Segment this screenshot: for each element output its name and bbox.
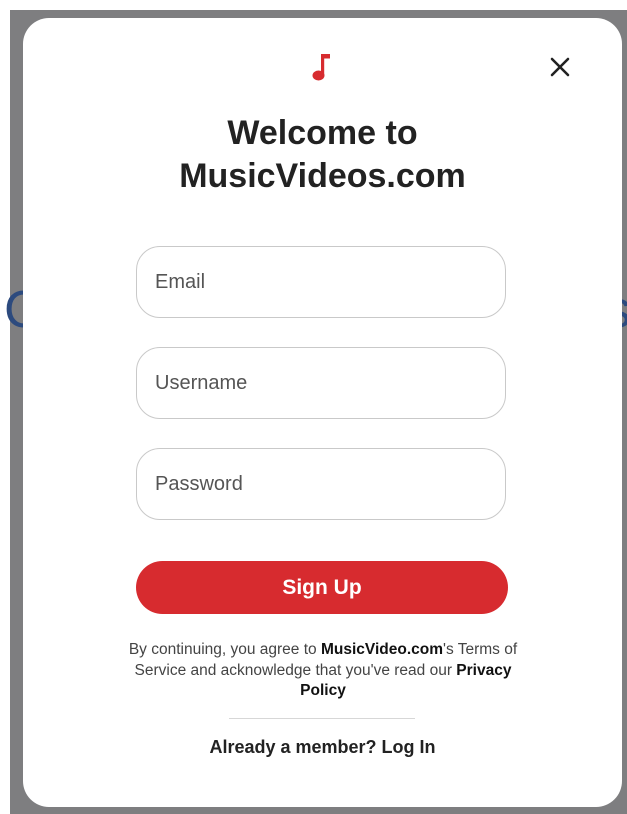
legal-notice: By continuing, you agree to MusicVideo.c… — [123, 640, 523, 702]
legal-brand: MusicVideo.com — [320, 641, 443, 658]
divider — [229, 718, 415, 719]
title-line-1: Welcome to — [227, 114, 418, 152]
close-icon[interactable] — [545, 52, 575, 82]
page-title: Welcome to MusicVideos.com — [23, 112, 622, 198]
legal-prefix: By continuing, you agree to — [128, 641, 321, 658]
password-field[interactable] — [136, 448, 506, 520]
email-field[interactable] — [136, 246, 506, 318]
signup-modal: Welcome to MusicVideos.com Sign Up By co… — [23, 18, 622, 807]
login-prompt: Already a member? Log In — [23, 737, 622, 758]
music-note-icon — [312, 54, 330, 81]
sign-up-button[interactable]: Sign Up — [136, 561, 508, 614]
username-field[interactable] — [136, 347, 506, 419]
log-in-link[interactable]: Already a member? Log In — [209, 737, 435, 757]
title-line-2: MusicVideos.com — [179, 157, 466, 195]
